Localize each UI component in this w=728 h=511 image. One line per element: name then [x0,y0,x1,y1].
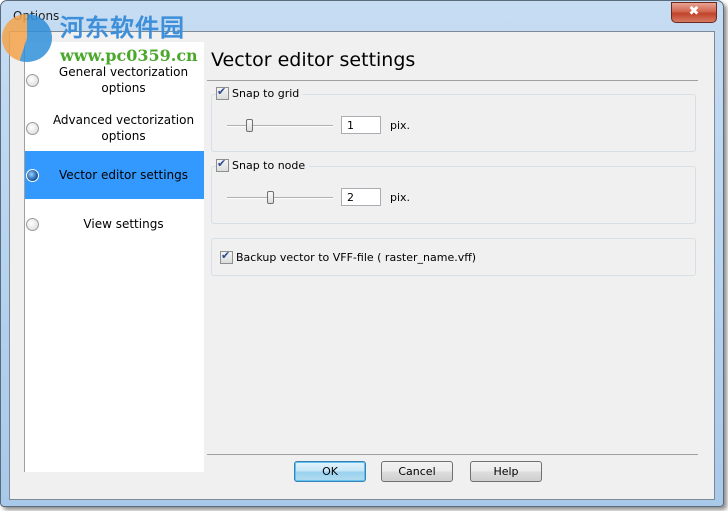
window-title: Options [13,9,60,23]
title-divider [207,80,698,81]
radio-icon[interactable] [26,73,39,87]
sidebar-item-advanced-vectorization[interactable]: Advanced vectorization options [25,108,204,148]
snap-to-grid-label: Snap to grid [232,87,300,100]
page-title: Vector editor settings [211,49,416,71]
radio-icon[interactable] [26,168,39,182]
bottom-divider [207,454,698,455]
backup-checkbox[interactable] [220,249,233,264]
backup-group: Backup vector to VFF-file ( raster_name.… [211,238,696,276]
snap-to-node-checkbox[interactable] [216,157,229,172]
sidebar-item-vector-editor-settings[interactable]: Vector editor settings [25,151,204,199]
snap-to-grid-legend: Snap to grid [216,85,304,100]
slider-thumb[interactable] [246,119,253,132]
radio-icon[interactable] [26,121,39,135]
radio-icon[interactable] [26,217,39,231]
backup-label: Backup vector to VFF-file ( raster_name.… [236,251,477,264]
snap-to-grid-slider[interactable] [227,119,333,132]
snap-to-grid-input[interactable]: 1 [341,116,381,134]
snap-to-node-legend: Snap to node [216,157,310,172]
ok-button[interactable]: OK [294,461,366,482]
snap-to-grid-group: Snap to grid 1 pix. [211,85,696,152]
help-button[interactable]: Help [470,461,542,482]
snap-to-node-group: Snap to node 2 pix. [211,157,696,224]
snap-to-node-unit: pix. [390,191,411,204]
close-button[interactable]: ✖ [671,2,717,23]
sidebar-item-label: View settings [83,217,164,231]
snap-to-node-input[interactable]: 2 [341,188,381,206]
backup-option: Backup vector to VFF-file ( raster_name.… [220,249,477,264]
snap-to-node-label: Snap to node [232,159,306,172]
options-dialog: Options ✖ General vectorization options … [0,0,724,507]
snap-to-grid-checkbox[interactable] [216,85,229,100]
slider-thumb[interactable] [267,191,274,204]
close-icon: ✖ [688,4,700,19]
sidebar: General vectorization options Advanced v… [24,42,204,472]
sidebar-item-label: Vector editor settings [58,168,189,182]
cancel-button[interactable]: Cancel [381,461,453,482]
sidebar-item-label: Advanced vectorization options [52,113,195,143]
sidebar-item-view-settings[interactable]: View settings [25,212,204,236]
sidebar-item-label: General vectorization options [58,65,189,95]
snap-to-grid-unit: pix. [390,119,411,132]
sidebar-item-general-vectorization[interactable]: General vectorization options [25,60,204,100]
snap-to-node-slider[interactable] [227,191,333,204]
